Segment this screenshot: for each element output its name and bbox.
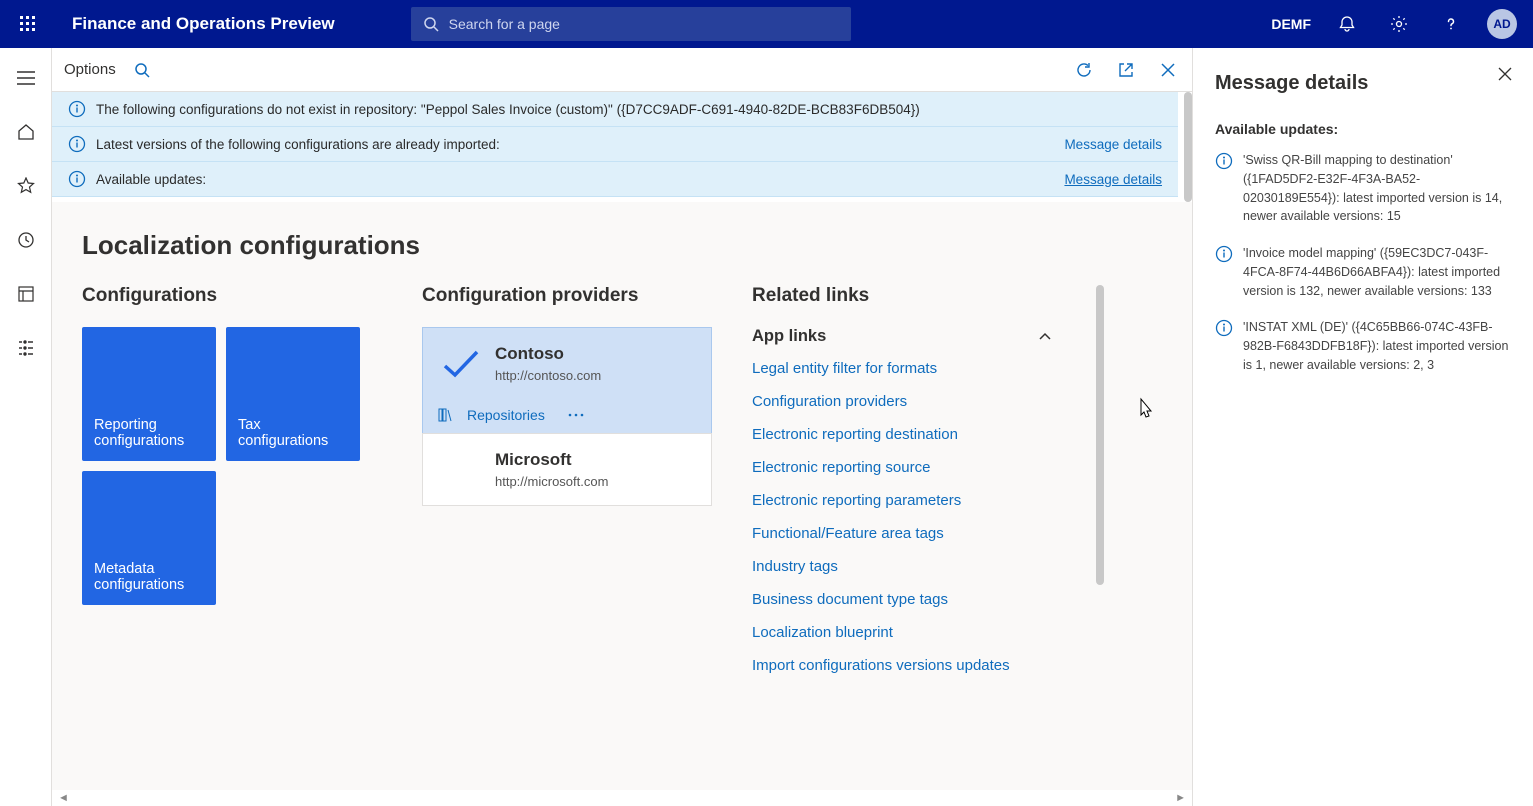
message-item: 'Swiss QR-Bill mapping to destination' (… bbox=[1215, 151, 1511, 226]
home-icon[interactable] bbox=[10, 116, 42, 148]
horizontal-scrollbar[interactable]: ◄► bbox=[52, 790, 1192, 806]
info-icon bbox=[1215, 152, 1233, 170]
link-item[interactable]: Electronic reporting destination bbox=[752, 426, 1052, 443]
configurations-heading: Configurations bbox=[82, 285, 382, 307]
star-icon[interactable] bbox=[10, 170, 42, 202]
panel-close-icon[interactable] bbox=[1493, 62, 1517, 86]
info-icon bbox=[68, 170, 86, 188]
repositories-link[interactable]: Repositories bbox=[467, 407, 545, 423]
left-rail bbox=[0, 48, 52, 806]
app-title: Finance and Operations Preview bbox=[64, 14, 335, 34]
app-links-list: Legal entity filter for formats Configur… bbox=[752, 360, 1052, 674]
refresh-icon[interactable] bbox=[1072, 58, 1096, 82]
message-details-link[interactable]: Message details bbox=[1064, 172, 1162, 187]
infobar-scrollbar[interactable] bbox=[1184, 92, 1192, 202]
close-icon[interactable] bbox=[1156, 58, 1180, 82]
search-icon bbox=[423, 16, 439, 32]
link-item[interactable]: Functional/Feature area tags bbox=[752, 525, 1052, 542]
search-small-icon[interactable] bbox=[130, 58, 154, 82]
infobar-text: The following configurations do not exis… bbox=[96, 102, 920, 117]
tile-label: Tax configurations bbox=[238, 417, 348, 449]
link-item[interactable]: Business document type tags bbox=[752, 591, 1052, 608]
page-title: Localization configurations bbox=[82, 230, 1162, 261]
app-links-heading: App links bbox=[752, 327, 826, 346]
page-toolbar: Options bbox=[52, 48, 1192, 92]
popout-icon[interactable] bbox=[1114, 58, 1138, 82]
related-heading: Related links bbox=[752, 285, 1052, 307]
tile-metadata-configurations[interactable]: Metadata configurations bbox=[82, 471, 216, 605]
providers-heading: Configuration providers bbox=[422, 285, 712, 307]
providers-section: Configuration providers Contoso http: bbox=[422, 285, 712, 674]
app-header: Finance and Operations Preview DEMF AD bbox=[0, 0, 1533, 48]
provider-url: http://microsoft.com bbox=[495, 474, 608, 489]
provider-name: Microsoft bbox=[495, 450, 608, 470]
info-icon bbox=[68, 100, 86, 118]
bell-icon[interactable] bbox=[1331, 8, 1363, 40]
content-scrollbar[interactable] bbox=[1096, 285, 1104, 585]
link-item[interactable]: Legal entity filter for formats bbox=[752, 360, 1052, 377]
more-icon[interactable] bbox=[567, 412, 585, 418]
help-icon[interactable] bbox=[1435, 8, 1467, 40]
info-icon bbox=[1215, 319, 1233, 337]
message-text: 'Swiss QR-Bill mapping to destination' (… bbox=[1243, 151, 1511, 226]
link-item[interactable]: Electronic reporting source bbox=[752, 459, 1052, 476]
page-content: Localization configurations Configuratio… bbox=[52, 202, 1192, 790]
message-text: 'Invoice model mapping' ({59EC3DC7-043F-… bbox=[1243, 244, 1511, 300]
panel-title: Message details bbox=[1215, 72, 1511, 95]
infobar-1: The following configurations do not exis… bbox=[52, 92, 1178, 127]
workspace-icon[interactable] bbox=[10, 278, 42, 310]
infobar-3: Available updates: Message details bbox=[52, 162, 1178, 197]
clock-icon[interactable] bbox=[10, 224, 42, 256]
provider-card-microsoft[interactable]: Microsoft http://microsoft.com bbox=[422, 433, 712, 506]
link-item[interactable]: Localization blueprint bbox=[752, 624, 1052, 641]
configurations-section: Configurations Reporting configurations … bbox=[82, 285, 382, 674]
message-item: 'INSTAT XML (DE)' ({4C65BB66-074C-43FB-9… bbox=[1215, 318, 1511, 374]
link-item[interactable]: Electronic reporting parameters bbox=[752, 492, 1052, 509]
main-area: Options bbox=[52, 48, 1193, 806]
search-input[interactable] bbox=[449, 16, 839, 32]
info-icon bbox=[1215, 245, 1233, 263]
link-item[interactable]: Import configurations versions updates bbox=[752, 657, 1052, 674]
checkmark-icon bbox=[441, 348, 481, 380]
infobar-text: Available updates: bbox=[96, 172, 206, 187]
related-links-section: Related links App links Legal entity fil… bbox=[752, 285, 1052, 674]
provider-card-contoso[interactable]: Contoso http://contoso.com Repositories bbox=[422, 327, 712, 434]
options-button[interactable]: Options bbox=[64, 61, 116, 78]
provider-url: http://contoso.com bbox=[495, 368, 601, 383]
gear-icon[interactable] bbox=[1383, 8, 1415, 40]
tile-reporting-configurations[interactable]: Reporting configurations bbox=[82, 327, 216, 461]
info-icon bbox=[68, 135, 86, 153]
message-item: 'Invoice model mapping' ({59EC3DC7-043F-… bbox=[1215, 244, 1511, 300]
tile-tax-configurations[interactable]: Tax configurations bbox=[226, 327, 360, 461]
tile-label: Metadata configurations bbox=[94, 561, 204, 593]
message-details-link[interactable]: Message details bbox=[1064, 137, 1162, 152]
company-label[interactable]: DEMF bbox=[1271, 16, 1311, 32]
message-text: 'INSTAT XML (DE)' ({4C65BB66-074C-43FB-9… bbox=[1243, 318, 1511, 374]
link-item[interactable]: Configuration providers bbox=[752, 393, 1052, 410]
panel-subtitle: Available updates: bbox=[1215, 121, 1511, 137]
avatar[interactable]: AD bbox=[1487, 9, 1517, 39]
tile-label: Reporting configurations bbox=[94, 417, 204, 449]
modules-icon[interactable] bbox=[10, 332, 42, 364]
link-item[interactable]: Industry tags bbox=[752, 558, 1052, 575]
provider-name: Contoso bbox=[495, 344, 601, 364]
search-box[interactable] bbox=[411, 7, 851, 41]
infobar-text: Latest versions of the following configu… bbox=[96, 137, 500, 152]
waffle-icon[interactable] bbox=[8, 4, 48, 44]
repositories-icon bbox=[437, 407, 453, 423]
hamburger-icon[interactable] bbox=[10, 62, 42, 94]
infobar-2: Latest versions of the following configu… bbox=[52, 127, 1178, 162]
chevron-up-icon[interactable] bbox=[1038, 332, 1052, 342]
message-details-panel: Message details Available updates: 'Swis… bbox=[1193, 48, 1533, 806]
